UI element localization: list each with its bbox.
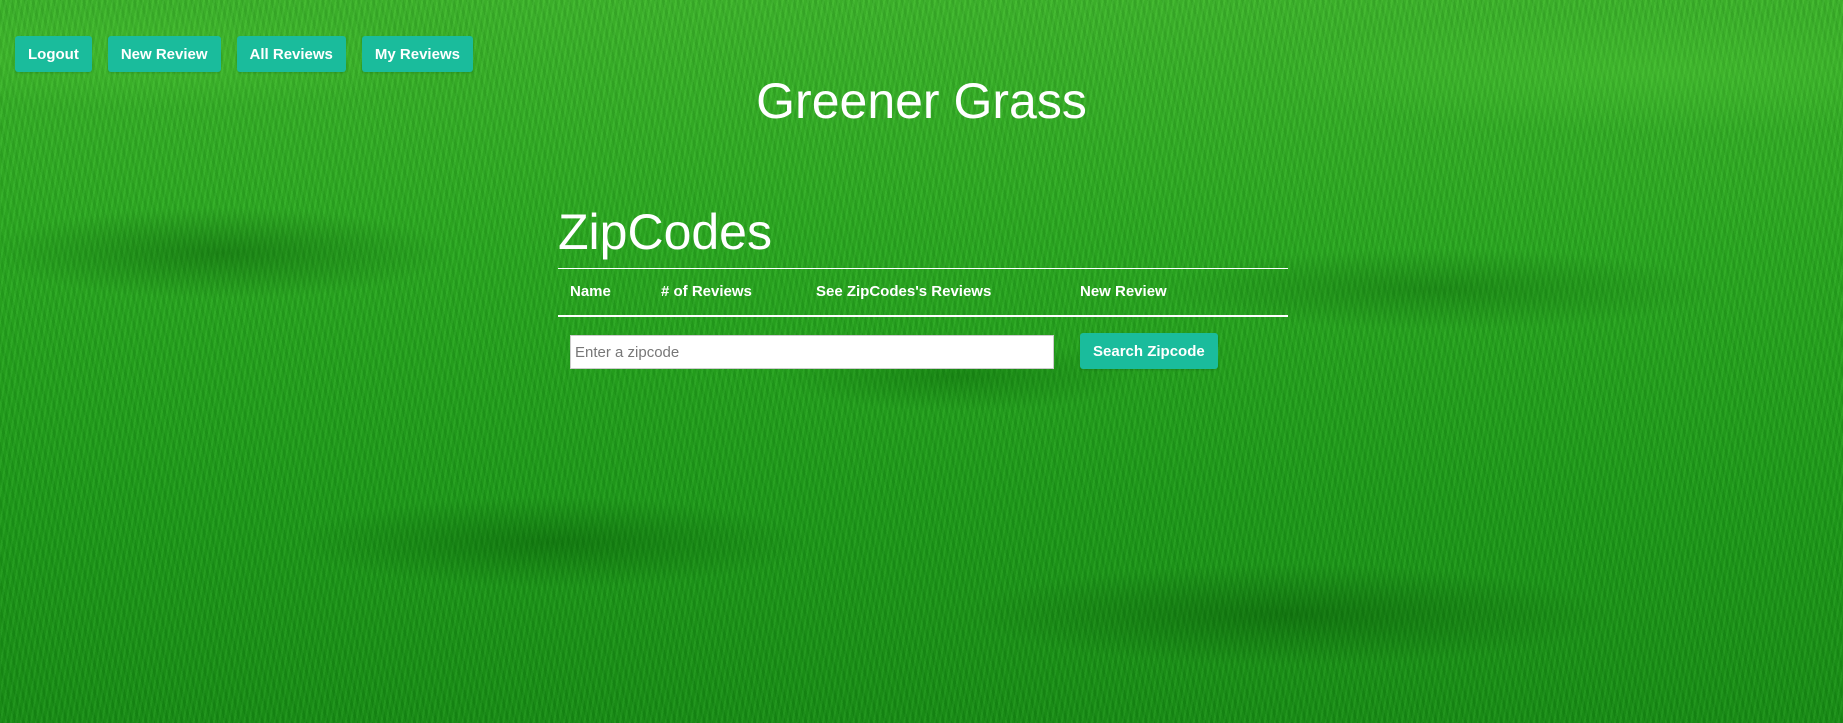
top-nav: Logout New Review All Reviews My Reviews (15, 36, 473, 72)
column-header-name: Name (570, 283, 611, 300)
table-header: Name # of Reviews See ZipCodes's Reviews… (558, 268, 1288, 317)
all-reviews-button[interactable]: All Reviews (236, 36, 346, 72)
section-title: ZipCodes (558, 204, 772, 260)
column-header-new-review: New Review (1080, 283, 1167, 300)
search-zipcode-button[interactable]: Search Zipcode (1080, 333, 1218, 369)
site-title: Greener Grass (756, 73, 1087, 129)
zipcodes-section: ZipCodes Name # of Reviews See ZipCodes'… (558, 200, 1288, 377)
logout-button[interactable]: Logout (15, 36, 92, 72)
new-review-button[interactable]: New Review (107, 36, 221, 72)
search-row: Search Zipcode (558, 317, 1288, 377)
zipcode-search-input[interactable] (570, 335, 1054, 369)
column-header-review-count: # of Reviews (661, 283, 752, 300)
column-header-see-reviews: See ZipCodes's Reviews (816, 283, 992, 300)
my-reviews-button[interactable]: My Reviews (361, 36, 473, 72)
